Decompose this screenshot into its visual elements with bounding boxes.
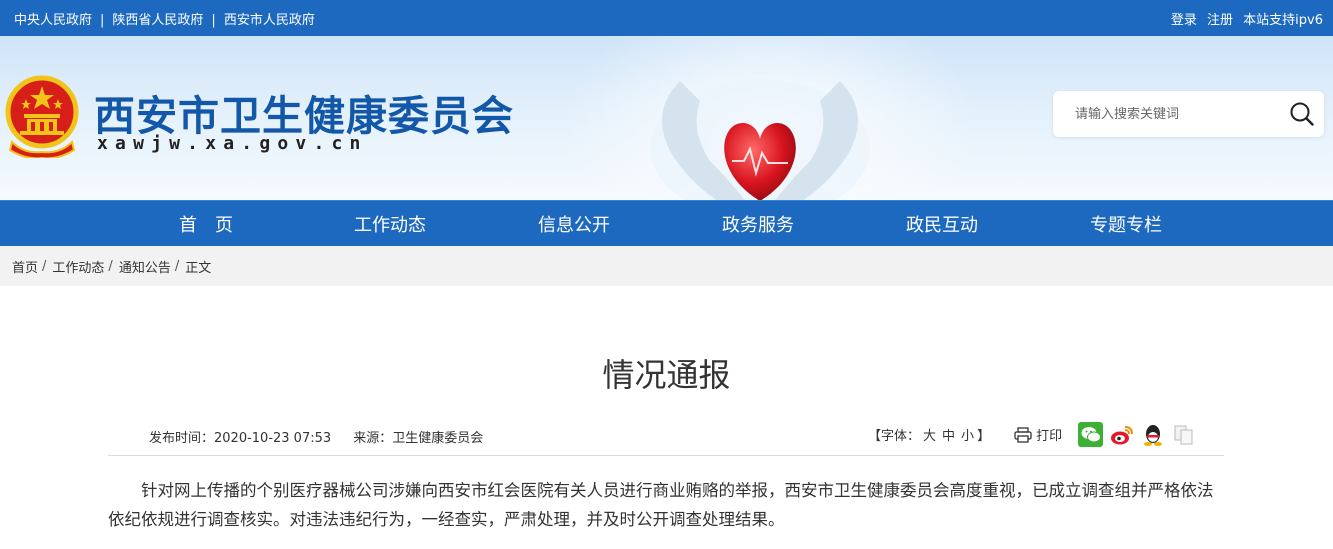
font-label-close: 】 — [977, 429, 991, 444]
link-shaanxi-gov[interactable]: 陕西省人民政府 — [112, 13, 203, 28]
article-tools: 【字体：大中小】 打印 — [868, 422, 1197, 447]
copy-icon[interactable] — [1171, 422, 1197, 447]
register-link[interactable]: 注册 — [1207, 13, 1233, 28]
article-body: 针对网上传播的个别医疗器械公司涉嫌向西安市红会医院有关人员进行商业贿赂的举报，西… — [108, 481, 1214, 529]
font-label: 【字体： — [868, 429, 921, 444]
separator: | — [211, 12, 216, 28]
weibo-icon[interactable] — [1109, 422, 1135, 447]
national-emblem-icon — [5, 75, 79, 158]
top-bar: 中央人民政府 | 陕西省人民政府 | 西安市人民政府 登录 注册 本站支持ipv6 — [0, 0, 1333, 36]
wechat-icon[interactable] — [1078, 422, 1104, 447]
separator: | — [100, 12, 105, 28]
breadcrumb-current: 正文 — [185, 260, 212, 276]
nav-info-disclosure[interactable]: 信息公开 — [482, 211, 666, 237]
font-medium-button[interactable]: 中 — [942, 429, 955, 444]
printer-icon — [1014, 426, 1032, 443]
meta-divider — [108, 455, 1224, 456]
breadcrumb: 首页 / 工作动态 / 通知公告 / 正文 — [0, 246, 1333, 286]
search-box — [1053, 91, 1324, 137]
search-icon — [1290, 102, 1314, 126]
site-header: 西安市卫生健康委员会 xawjw.xa.gov.cn — [0, 36, 1333, 200]
nav-home[interactable]: 首 页 — [114, 211, 298, 237]
print-button[interactable]: 打印 — [1014, 425, 1062, 444]
article-source: 来源：卫生健康委员会 — [353, 431, 484, 446]
login-link[interactable]: 登录 — [1171, 13, 1197, 28]
print-label: 打印 — [1036, 429, 1063, 444]
main-nav: 首 页 工作动态 信息公开 政务服务 政民互动 专题专栏 — [0, 200, 1333, 246]
nav-work-news[interactable]: 工作动态 — [298, 211, 482, 237]
breadcrumb-work-news[interactable]: 工作动态 — [52, 257, 104, 276]
qq-icon[interactable] — [1140, 422, 1166, 447]
breadcrumb-separator: / — [42, 258, 47, 274]
breadcrumb-separator: / — [108, 258, 113, 274]
breadcrumb-separator: / — [174, 258, 180, 274]
site-domain: xawjw.xa.gov.cn — [97, 133, 368, 154]
font-size-control: 【字体：大中小】 — [868, 425, 990, 444]
qq-glyph — [1143, 424, 1162, 446]
font-small-button[interactable]: 小 — [961, 429, 974, 444]
share-bar — [1072, 422, 1197, 447]
search-input[interactable] — [1053, 106, 1280, 122]
nav-public-interaction[interactable]: 政民互动 — [850, 211, 1034, 237]
breadcrumb-home[interactable]: 首页 — [12, 257, 38, 276]
heart-hands-illustration — [650, 79, 870, 200]
account-links: 登录 注册 本站支持ipv6 — [1165, 9, 1323, 28]
nav-gov-services[interactable]: 政务服务 — [666, 211, 850, 237]
wechat-glyph — [1081, 426, 1101, 442]
ipv6-link[interactable]: 本站支持ipv6 — [1243, 13, 1323, 28]
article-title: 情况通报 — [602, 356, 731, 394]
link-xian-gov[interactable]: 西安市人民政府 — [224, 13, 315, 28]
weibo-glyph — [1110, 425, 1133, 444]
nav-special-topics[interactable]: 专题专栏 — [1034, 211, 1218, 237]
font-large-button[interactable]: 大 — [923, 429, 936, 444]
publish-time: 发布时间：2020-10-23 07:53 — [149, 431, 332, 446]
link-central-gov[interactable]: 中央人民政府 — [14, 13, 92, 28]
article-meta: 发布时间：2020-10-23 07:53 来源：卫生健康委员会 — [149, 427, 501, 446]
gov-links: 中央人民政府 | 陕西省人民政府 | 西安市人民政府 — [14, 9, 315, 28]
breadcrumb-notices[interactable]: 通知公告 — [119, 257, 171, 276]
copy-glyph — [1174, 425, 1193, 444]
search-button[interactable] — [1280, 91, 1324, 137]
